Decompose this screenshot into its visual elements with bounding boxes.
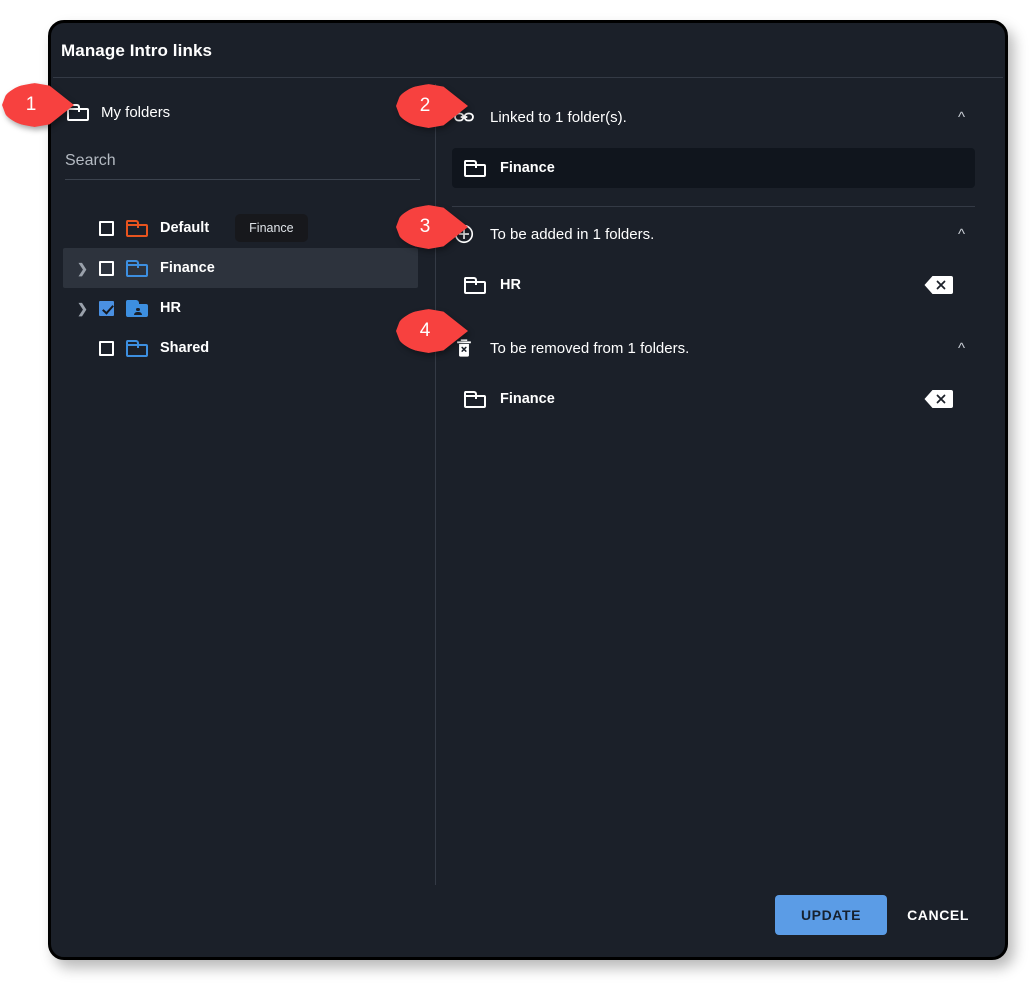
removed-folder-row[interactable]: Finance: [452, 379, 975, 419]
callout-marker-1: 1: [2, 83, 74, 127]
callout-marker-4: 4: [396, 309, 468, 353]
dialog-title: Manage Intro links: [51, 23, 1005, 77]
callout-marker-3: 3: [396, 205, 468, 249]
tree-item-shared[interactable]: Shared: [63, 328, 418, 368]
section-linked-header[interactable]: Linked to 1 folder(s). ^: [452, 96, 975, 138]
chevron-right-icon[interactable]: ❯: [77, 302, 89, 315]
folder-tree-panel: My folders Default Finance ❯: [51, 78, 436, 895]
folder-tree: Default Finance ❯ Finance ❯: [63, 208, 418, 368]
cancel-button[interactable]: CANCEL: [901, 895, 975, 935]
linked-folder-row[interactable]: Finance: [452, 148, 975, 188]
chevron-up-icon[interactable]: ^: [948, 104, 975, 131]
added-folder-row[interactable]: HR: [452, 265, 975, 305]
callout-number: 2: [396, 84, 454, 128]
section-linked: Linked to 1 folder(s). ^ Finance: [452, 96, 975, 207]
dialog-body: My folders Default Finance ❯: [51, 78, 1005, 895]
folder-outline-icon: [126, 260, 148, 277]
callout-marker-2: 2: [396, 84, 468, 128]
section-divider: [452, 206, 975, 207]
checkbox-default[interactable]: [99, 221, 114, 236]
tree-item-default[interactable]: Default Finance: [63, 208, 418, 248]
my-folders-root[interactable]: My folders: [63, 96, 436, 128]
tree-item-label: Shared: [160, 340, 209, 356]
section-title: Linked to 1 folder(s).: [490, 109, 948, 126]
backspace-delete-icon[interactable]: [923, 275, 953, 295]
folder-icon: [464, 160, 486, 177]
shared-folder-icon: [126, 300, 148, 317]
callout-number: 4: [396, 309, 454, 353]
added-folder-label: HR: [500, 277, 923, 293]
section-to-be-removed: To be removed from 1 folders. ^ Finance: [452, 327, 975, 419]
backspace-delete-icon[interactable]: [923, 389, 953, 409]
folder-icon: [464, 391, 486, 408]
tree-item-label: HR: [160, 300, 181, 316]
section-title: To be removed from 1 folders.: [490, 340, 948, 357]
tree-item-label: Finance: [160, 260, 215, 276]
callout-number: 1: [2, 83, 60, 127]
chevron-up-icon[interactable]: ^: [948, 221, 975, 248]
link-summary-panel: Linked to 1 folder(s). ^ Finance: [436, 78, 1005, 895]
manage-intro-links-dialog: Manage Intro links My folders Def: [48, 20, 1008, 960]
search-field-wrapper: [65, 150, 420, 180]
dialog-footer: UPDATE CANCEL: [51, 895, 1005, 957]
my-folders-label: My folders: [101, 104, 170, 121]
checkbox-shared[interactable]: [99, 341, 114, 356]
folder-outline-icon: [126, 340, 148, 357]
removed-folder-label: Finance: [500, 391, 923, 407]
chevron-right-icon[interactable]: ❯: [77, 262, 89, 275]
folder-outline-icon: [126, 220, 148, 237]
search-input[interactable]: [65, 150, 420, 180]
screenshot-stage: Manage Intro links My folders Def: [0, 0, 1030, 985]
callout-number: 3: [396, 205, 454, 249]
checkbox-finance[interactable]: [99, 261, 114, 276]
tooltip-finance: Finance: [235, 214, 307, 242]
chevron-up-icon[interactable]: ^: [948, 335, 975, 362]
section-to-be-added: To be added in 1 folders. ^ HR: [452, 213, 975, 305]
tree-item-finance[interactable]: ❯ Finance: [63, 248, 418, 288]
section-removed-header[interactable]: To be removed from 1 folders. ^: [452, 327, 975, 369]
checkbox-hr[interactable]: [99, 301, 114, 316]
update-button[interactable]: UPDATE: [775, 895, 887, 935]
section-added-header[interactable]: To be added in 1 folders. ^: [452, 213, 975, 255]
linked-folder-label: Finance: [500, 160, 967, 176]
folder-icon: [464, 277, 486, 294]
tree-item-label: Default: [160, 220, 209, 236]
section-title: To be added in 1 folders.: [490, 226, 948, 243]
tree-item-hr[interactable]: ❯ HR: [63, 288, 418, 328]
